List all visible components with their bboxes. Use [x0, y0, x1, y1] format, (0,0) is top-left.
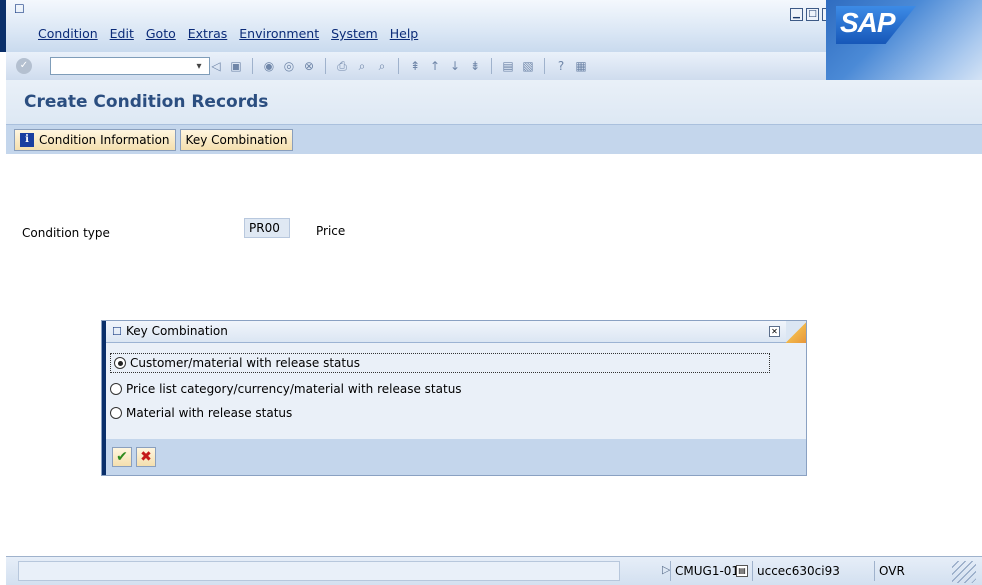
condition-information-button[interactable]: i Condition Information: [14, 128, 176, 151]
help-icon[interactable]: ?: [553, 58, 569, 74]
dialog-close-icon[interactable]: ✕: [769, 326, 780, 337]
radio-unselected-icon[interactable]: [110, 383, 122, 395]
menu-extras[interactable]: Extras: [188, 26, 228, 46]
shortcut-icon[interactable]: ▧: [520, 58, 536, 74]
last-page-icon[interactable]: ⇟: [467, 58, 483, 74]
sap-logo-text: SAP: [840, 7, 896, 38]
maximize-icon[interactable]: □: [806, 8, 819, 21]
save-icon[interactable]: ▣: [228, 58, 244, 74]
find-icon[interactable]: ⌕: [354, 58, 370, 74]
cancel-icon[interactable]: ✖: [136, 447, 156, 467]
layout-icon[interactable]: ▦: [573, 58, 589, 74]
menu-goto[interactable]: Goto: [146, 26, 176, 46]
toolbar-separator: [325, 58, 326, 74]
key-combination-dialog: ☐ Key Combination ✕ Customer/material wi…: [102, 321, 806, 475]
find-next-icon[interactable]: ⌕: [374, 58, 390, 74]
back-icon[interactable]: ◁: [208, 58, 224, 74]
create-session-icon[interactable]: ▤: [500, 58, 516, 74]
condition-information-label: Condition Information: [39, 132, 170, 147]
menu-environment[interactable]: Environment: [239, 26, 319, 46]
radio-option-label: Price list category/currency/material wi…: [126, 382, 462, 396]
menubar: Condition Edit Goto Extras Environment S…: [38, 26, 418, 46]
application-toolbar: i Condition Information Key Combination: [6, 124, 982, 154]
toolbar-separator: [252, 58, 253, 74]
key-combination-label: Key Combination: [185, 132, 288, 147]
toolbar-separator: [491, 58, 492, 74]
radio-unselected-icon[interactable]: [110, 407, 122, 419]
dialog-menu-icon[interactable]: ☐: [112, 325, 122, 338]
menu-help[interactable]: Help: [390, 26, 419, 46]
title-band: Create Condition Records: [6, 80, 982, 124]
previous-page-icon[interactable]: ↑: [427, 58, 443, 74]
continue-icon[interactable]: ✔: [112, 447, 132, 467]
back-arrow-icon[interactable]: ◉: [261, 58, 277, 74]
resize-grip-icon[interactable]: [952, 561, 976, 583]
standard-toolbar: ✓ ▾ ◁ ▣ ◉ ◎ ⊗ ⎙ ⌕ ⌕ ⇞ ↑ ↓ ⇟ ▤ ▧ ? ▦: [6, 52, 826, 80]
radio-option-label: Material with release status: [126, 406, 293, 420]
sap-brand-area: SAP: [826, 0, 982, 80]
info-icon: i: [20, 132, 34, 147]
menu-edit[interactable]: Edit: [110, 26, 134, 46]
dialog-title: Key Combination: [126, 324, 228, 338]
next-page-icon[interactable]: ↓: [447, 58, 463, 74]
input-mode[interactable]: OVR: [874, 561, 909, 581]
window-menu-icon[interactable]: ☐: [14, 2, 28, 16]
exit-icon[interactable]: ◎: [281, 58, 297, 74]
command-history-icon[interactable]: ▾: [192, 61, 206, 72]
dialog-body: Customer/material with release status Pr…: [106, 343, 806, 439]
menu-system[interactable]: System: [331, 26, 378, 46]
radio-option-customer-material[interactable]: Customer/material with release status: [110, 353, 770, 373]
condition-type-label: Condition type: [22, 226, 110, 240]
print-icon[interactable]: ⎙: [334, 58, 350, 74]
menu-condition[interactable]: Condition: [38, 26, 98, 46]
key-combination-button[interactable]: Key Combination: [179, 128, 294, 151]
toolbar-separator: [544, 58, 545, 74]
condition-type-field[interactable]: PR00: [244, 218, 290, 238]
radio-option-label: Customer/material with release status: [130, 356, 360, 370]
command-field[interactable]: [50, 57, 210, 75]
condition-type-description: Price: [316, 224, 346, 238]
radio-option-price-list[interactable]: Price list category/currency/material wi…: [110, 379, 462, 399]
enter-icon[interactable]: ✓: [16, 58, 32, 74]
page-title: Create Condition Records: [24, 92, 269, 112]
dialog-titlebar[interactable]: ☐ Key Combination ✕: [106, 321, 806, 343]
radio-option-material[interactable]: Material with release status: [110, 403, 292, 423]
minimize-icon[interactable]: ▁: [790, 8, 803, 21]
system-info-menu-icon[interactable]: ▤: [736, 565, 748, 577]
dialog-corner-decoration: [786, 321, 806, 343]
host-info: uccec630ci93: [752, 561, 844, 581]
first-page-icon[interactable]: ⇞: [407, 58, 423, 74]
dialog-footer: ✔ ✖: [106, 439, 806, 475]
toolbar-separator: [398, 58, 399, 74]
status-bar: ▷ CMUG1-011 ▤ uccec630ci93 OVR: [6, 556, 982, 585]
cancel-icon[interactable]: ⊗: [301, 58, 317, 74]
status-message-area: [18, 561, 620, 581]
radio-selected-icon[interactable]: [114, 357, 126, 369]
